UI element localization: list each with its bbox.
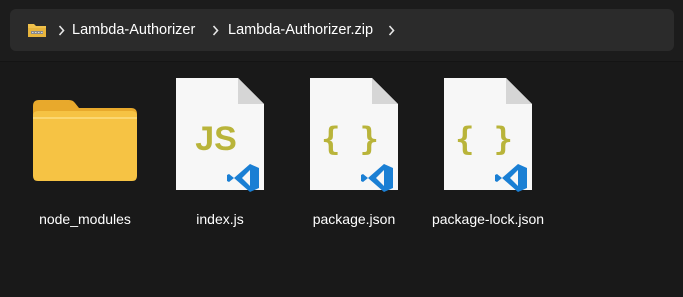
json-file-icon: { }: [428, 74, 548, 194]
file-item-package-json[interactable]: { } package.json: [294, 74, 414, 244]
breadcrumb[interactable]: Lambda-Authorizer Lambda-Authorizer.zip: [10, 9, 674, 51]
js-file-icon: JS: [160, 74, 280, 194]
chevron-right-icon[interactable]: [386, 22, 396, 38]
file-name: package.json: [312, 211, 396, 227]
folder-icon: [25, 74, 145, 194]
json-file-icon: { }: [294, 74, 414, 194]
file-name: package-lock.json: [431, 211, 545, 227]
svg-text:{ }: { }: [321, 120, 379, 158]
chevron-right-icon[interactable]: [56, 22, 66, 38]
breadcrumb-item-lambda-authorizer[interactable]: Lambda-Authorizer: [72, 21, 195, 39]
svg-text:JS: JS: [195, 120, 237, 158]
file-item-index-js[interactable]: JS index.js: [160, 74, 280, 244]
address-bar: Lambda-Authorizer Lambda-Authorizer.zip: [0, 0, 683, 62]
file-item-package-lock-json[interactable]: { } package-lock.json: [428, 74, 548, 244]
chevron-right-icon[interactable]: [210, 22, 220, 38]
file-list-view: node_modules JS index.js { } package.jso…: [0, 62, 683, 297]
svg-text:{ }: { }: [455, 120, 513, 158]
drive-folder-icon: [28, 24, 46, 37]
breadcrumb-item-zip[interactable]: Lambda-Authorizer.zip: [228, 21, 373, 39]
file-name: node_modules: [39, 211, 131, 227]
file-name: index.js: [196, 211, 244, 227]
file-item-node-modules[interactable]: node_modules: [25, 74, 145, 244]
